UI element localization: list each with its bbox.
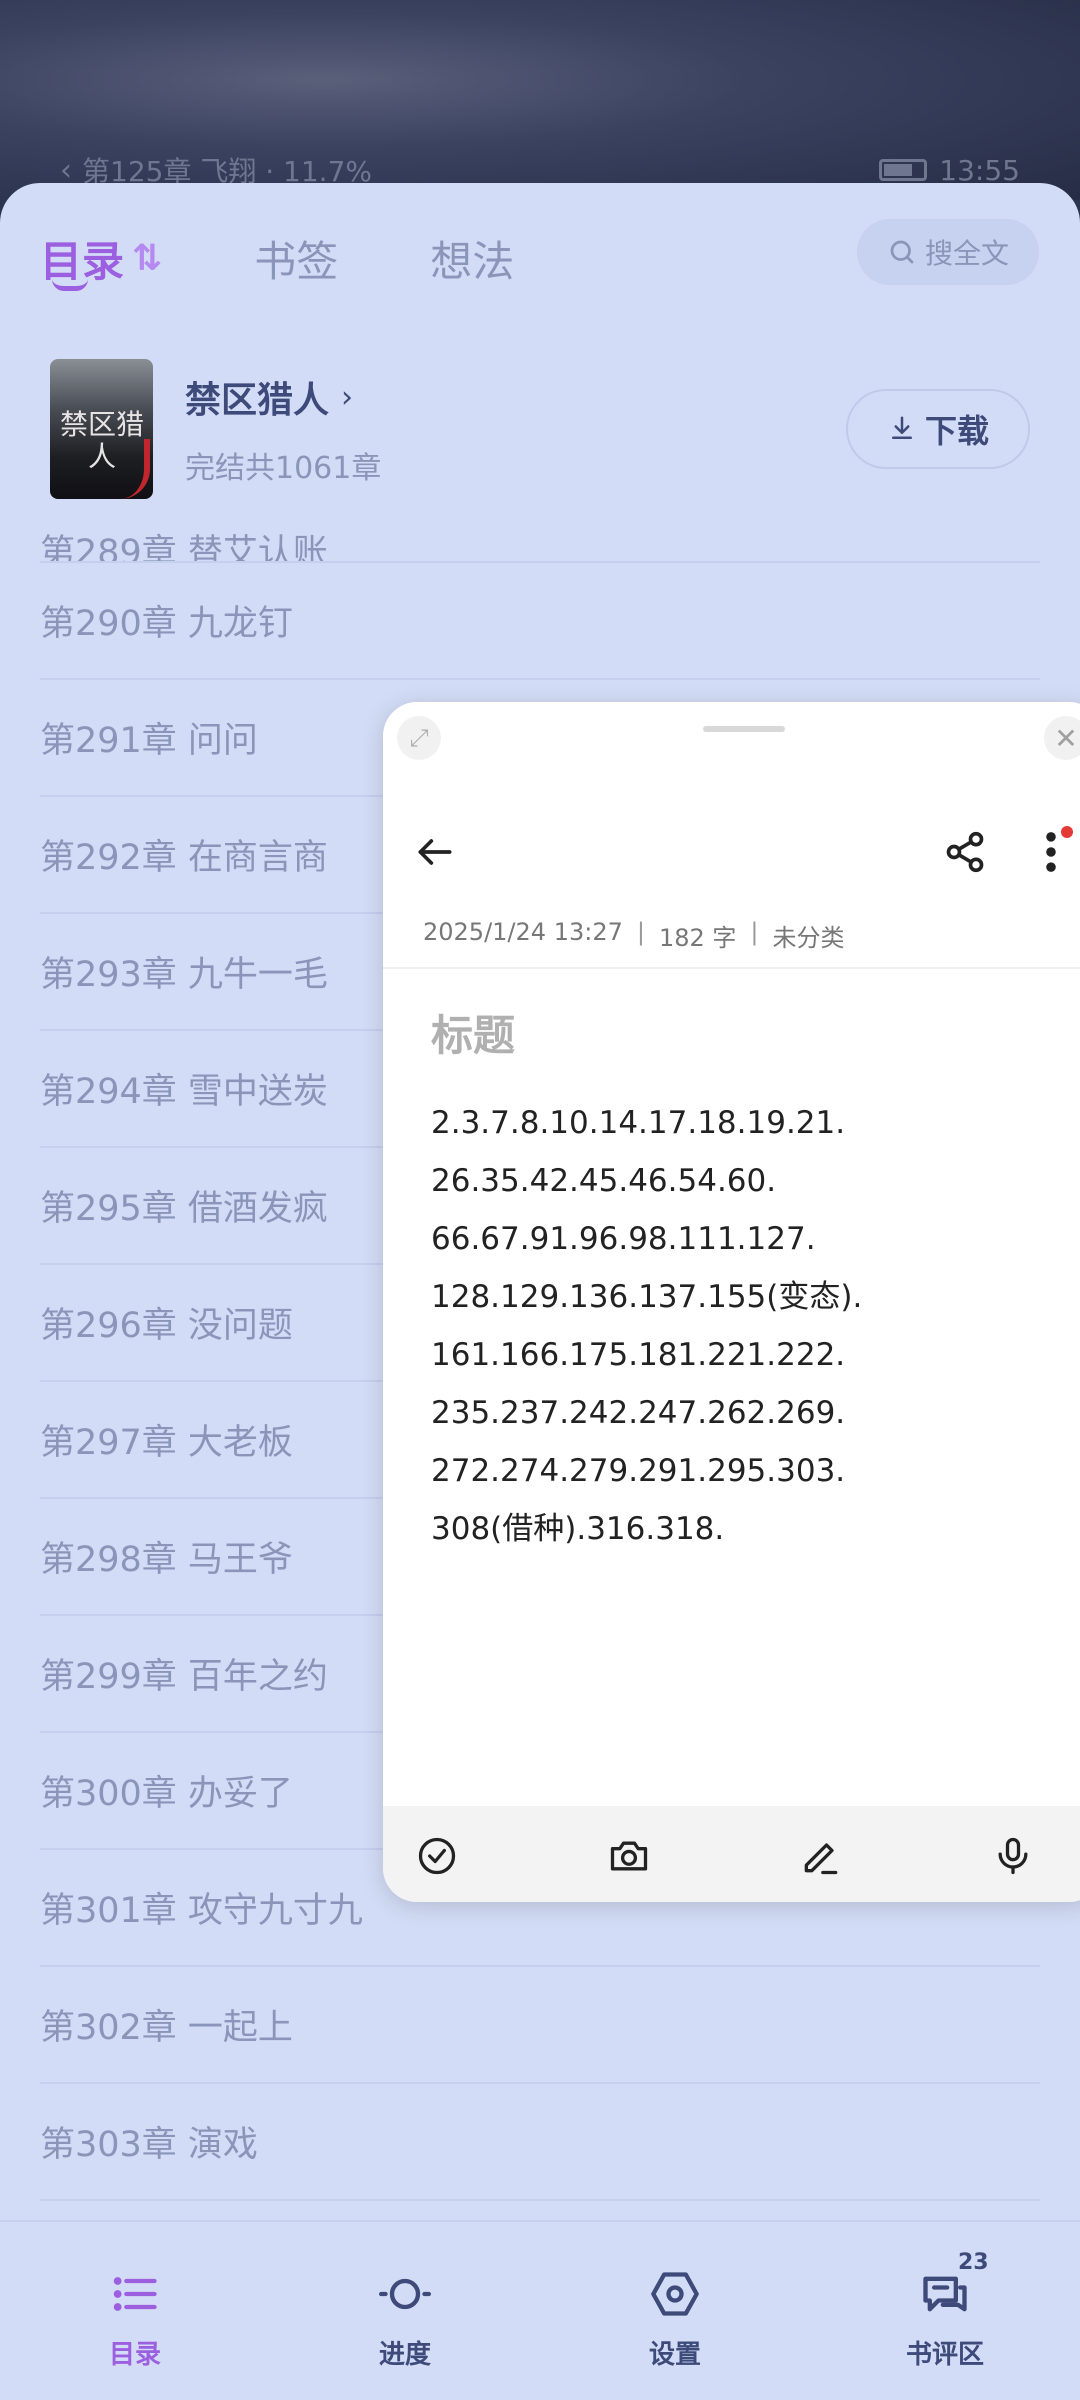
list-icon bbox=[113, 2277, 157, 2311]
share-icon[interactable] bbox=[943, 830, 987, 874]
note-line: 235.237.242.247.262.269. bbox=[431, 1395, 846, 1431]
search-label: 搜全文 bbox=[924, 237, 1009, 270]
tab-bar: 目录 ⇅ 书签 想法 bbox=[40, 223, 606, 293]
notification-dot bbox=[1061, 826, 1073, 838]
nav-reviews-label: 书评区 bbox=[905, 2340, 984, 2370]
comment-icon bbox=[923, 2276, 967, 2312]
download-label: 下载 bbox=[924, 412, 989, 450]
note-line: 26.35.42.45.46.54.60. bbox=[431, 1163, 777, 1199]
chapter-item[interactable]: 第302章 一起上 bbox=[40, 1967, 1040, 2084]
expand-icon[interactable]: ⤢ bbox=[397, 716, 441, 760]
back-arrow-icon[interactable] bbox=[413, 830, 457, 874]
note-line: 66.67.91.96.98.111.127. bbox=[431, 1221, 816, 1257]
download-button[interactable]: 下载 bbox=[846, 389, 1030, 469]
note-line: 272.274.279.291.295.303. bbox=[431, 1453, 846, 1489]
cover-decoration bbox=[105, 439, 150, 499]
sort-icon[interactable]: ⇅ bbox=[132, 238, 162, 279]
book-title: 禁区猎人 bbox=[185, 380, 330, 421]
note-title-field[interactable]: 标题 bbox=[431, 1002, 515, 1063]
note-char-count: 182 字 bbox=[658, 924, 737, 952]
meta-separator: | bbox=[636, 918, 645, 946]
nav-progress[interactable]: 进度 bbox=[270, 2222, 540, 2400]
note-date: 2025/1/24 13:27 bbox=[423, 918, 623, 946]
download-icon bbox=[891, 416, 912, 439]
book-info: 禁区猎人 禁区猎人 › 完结共1061章 下载 bbox=[50, 359, 1030, 499]
camera-icon[interactable] bbox=[607, 1834, 651, 1878]
note-category[interactable]: 未分类 bbox=[772, 918, 844, 953]
nav-settings[interactable]: 设置 bbox=[540, 2222, 810, 2400]
book-cover[interactable]: 禁区猎人 bbox=[50, 359, 153, 499]
nav-settings-label: 设置 bbox=[648, 2340, 701, 2370]
floating-note-window: ⤢ ✕ 2025/1/24 13:27 | 182 字 | 未分类 标题 2.3… bbox=[383, 702, 1080, 1902]
chapter-item[interactable]: 第303章 演戏 bbox=[40, 2084, 1040, 2201]
drag-handle[interactable] bbox=[703, 726, 785, 732]
note-line: 308(借种).316.318. bbox=[431, 1511, 725, 1547]
note-body[interactable]: 2.3.7.8.10.14.17.18.19.21. 26.35.42.45.4… bbox=[431, 1094, 1071, 1558]
tab-thoughts[interactable]: 想法 bbox=[430, 228, 514, 289]
nav-catalog[interactable]: 目录 bbox=[0, 2222, 270, 2400]
settings-icon bbox=[651, 2272, 699, 2316]
pen-icon[interactable] bbox=[799, 1834, 843, 1878]
nav-reviews[interactable]: 23 书评区 bbox=[810, 2222, 1080, 2400]
meta-separator: | bbox=[750, 918, 759, 946]
bottom-nav: 目录 进度 设置 23 书评区 bbox=[0, 2220, 1080, 2400]
note-line: 128.129.136.137.155(变态). bbox=[431, 1279, 863, 1315]
chapter-item[interactable]: 第289章 替艾认账 bbox=[40, 513, 1040, 563]
note-line: 2.3.7.8.10.14.17.18.19.21. bbox=[431, 1105, 846, 1141]
progress-icon bbox=[379, 2278, 431, 2310]
battery-icon bbox=[879, 159, 928, 181]
search-icon bbox=[890, 240, 914, 264]
status-time-group: 13:55 bbox=[879, 154, 1020, 187]
book-chapter-count: 完结共1061章 bbox=[185, 451, 382, 486]
note-toolbar bbox=[383, 1806, 1080, 1902]
book-title-link[interactable]: 禁区猎人 › bbox=[185, 371, 353, 423]
chapter-item[interactable]: 第290章 九龙钉 bbox=[40, 563, 1040, 680]
close-icon[interactable]: ✕ bbox=[1044, 716, 1080, 760]
note-meta: 2025/1/24 13:27 | 182 字 | 未分类 bbox=[423, 918, 844, 953]
status-time: 13:55 bbox=[939, 153, 1020, 187]
chevron-right-icon: › bbox=[341, 379, 354, 415]
nav-catalog-label: 目录 bbox=[108, 2340, 161, 2370]
more-vertical-icon[interactable] bbox=[1039, 826, 1063, 878]
checklist-icon[interactable] bbox=[415, 1834, 459, 1878]
reviews-count-badge: 23 bbox=[958, 2250, 989, 2275]
note-line: 161.166.175.181.221.222. bbox=[431, 1337, 846, 1373]
divider bbox=[383, 967, 1080, 969]
microphone-icon[interactable] bbox=[991, 1834, 1035, 1878]
search-fulltext-button[interactable]: 搜全文 bbox=[857, 219, 1039, 285]
nav-progress-label: 进度 bbox=[378, 2340, 431, 2370]
tab-bookmarks[interactable]: 书签 bbox=[254, 228, 338, 289]
